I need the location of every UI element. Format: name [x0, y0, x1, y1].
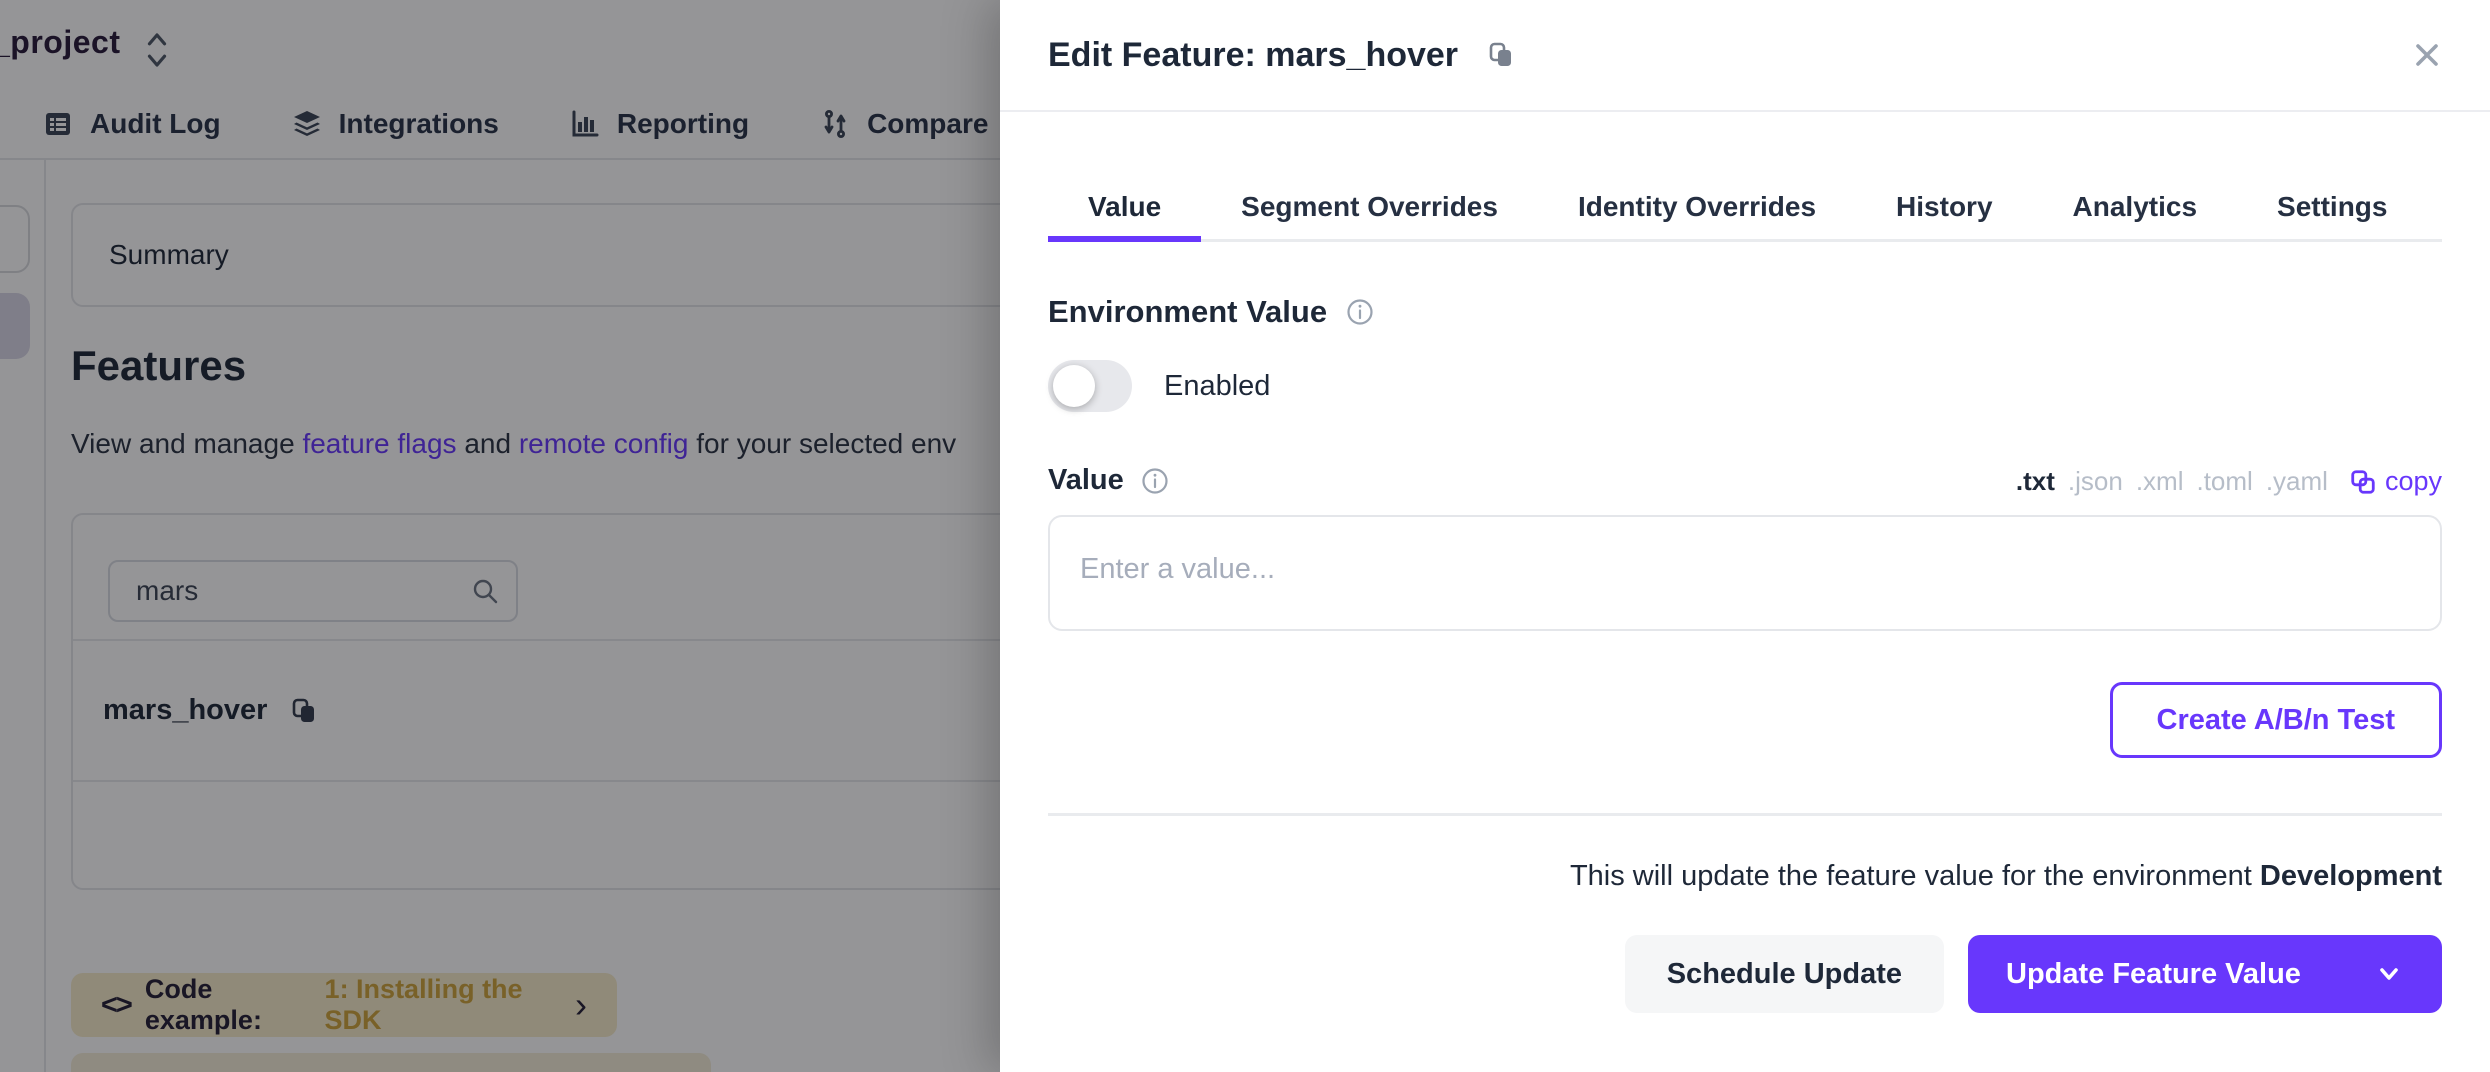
modal-header: Edit Feature: mars_hover — [1000, 0, 2490, 112]
screen: _project Audit Log Integrations Reportin… — [0, 0, 2490, 1072]
environment-name: Development — [2260, 860, 2442, 892]
format-yaml[interactable]: .yaml — [2266, 466, 2328, 497]
tab-history[interactable]: History — [1856, 178, 2032, 242]
enabled-toggle[interactable] — [1048, 360, 1132, 412]
copy-value-button[interactable]: copy — [2349, 466, 2442, 497]
schedule-update-button[interactable]: Schedule Update — [1625, 935, 1944, 1013]
close-icon[interactable] — [2410, 38, 2444, 72]
value-label-group: Value — [1048, 464, 1170, 497]
enabled-toggle-row: Enabled — [1048, 360, 2442, 412]
value-row: Value .txt .json .xml .toml .yaml copy — [1048, 464, 2442, 497]
tab-analytics[interactable]: Analytics — [2033, 178, 2238, 242]
footer-divider — [1048, 813, 2442, 816]
toggle-label: Enabled — [1164, 370, 1270, 403]
notice-text: This will update the feature value for t… — [1570, 860, 2260, 892]
copy-label: copy — [2385, 466, 2442, 497]
modal-tabs: Value Segment Overrides Identity Overrid… — [1048, 112, 2442, 242]
chevron-down-icon — [2374, 959, 2404, 989]
modal-actions: Schedule Update Update Feature Value — [1048, 935, 2442, 1013]
toggle-knob — [1053, 365, 1095, 407]
value-input[interactable] — [1048, 515, 2442, 631]
update-notice: This will update the feature value for t… — [1048, 860, 2442, 893]
create-ab-test-button[interactable]: Create A/B/n Test — [2110, 682, 2443, 758]
update-feature-value-button[interactable]: Update Feature Value — [1968, 935, 2442, 1013]
format-toml[interactable]: .toml — [2196, 466, 2252, 497]
tab-settings[interactable]: Settings — [2237, 178, 2427, 242]
edit-feature-modal: Edit Feature: mars_hover Value Segment O… — [1000, 0, 2490, 1072]
update-button-label: Update Feature Value — [2006, 958, 2301, 991]
modal-title: Edit Feature: mars_hover — [1048, 36, 1458, 75]
ab-test-row: Create A/B/n Test — [1048, 682, 2442, 758]
format-json[interactable]: .json — [2068, 466, 2123, 497]
tab-identity-overrides[interactable]: Identity Overrides — [1538, 178, 1856, 242]
format-txt[interactable]: .txt — [2016, 466, 2055, 497]
environment-value-title: Environment Value — [1048, 294, 1327, 330]
copy-icon — [2349, 468, 2377, 496]
info-icon[interactable] — [1345, 297, 1375, 327]
tab-value[interactable]: Value — [1048, 178, 1201, 242]
modal-body: Environment Value Enabled Value .txt .js… — [1000, 294, 2490, 1013]
info-icon[interactable] — [1140, 466, 1170, 496]
value-label: Value — [1048, 464, 1124, 497]
tab-segment-overrides[interactable]: Segment Overrides — [1201, 178, 1538, 242]
format-xml[interactable]: .xml — [2136, 466, 2184, 497]
format-switcher: .txt .json .xml .toml .yaml copy — [2016, 466, 2442, 497]
copy-icon[interactable] — [1486, 40, 1516, 70]
environment-value-heading: Environment Value — [1048, 294, 2442, 330]
